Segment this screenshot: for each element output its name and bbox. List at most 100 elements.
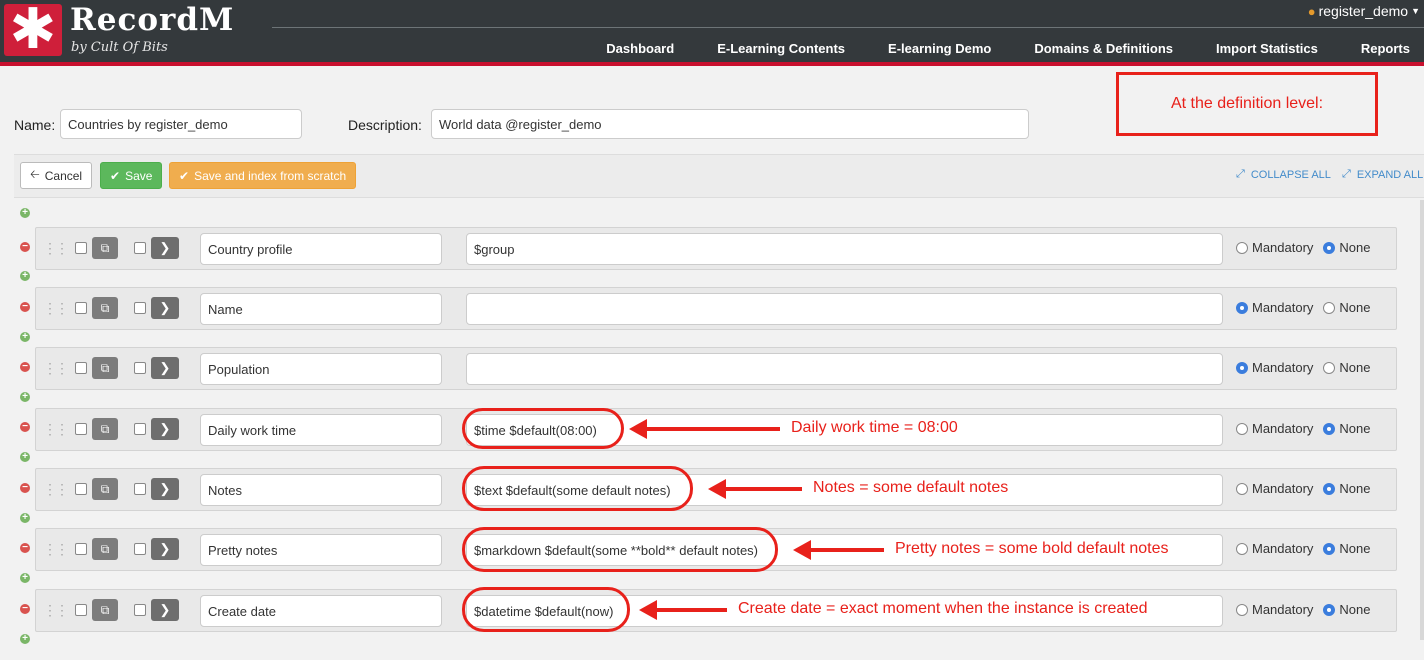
none-radio[interactable]: [1323, 422, 1336, 435]
drag-handle-icon[interactable]: ⋮⋮: [43, 240, 69, 257]
remove-field-icon[interactable]: −: [20, 483, 30, 493]
drag-handle-icon[interactable]: ⋮⋮: [43, 421, 69, 438]
select-checkbox[interactable]: [75, 483, 87, 495]
add-field-icon[interactable]: +: [20, 208, 30, 218]
duplicate-button[interactable]: ⧉: [92, 357, 118, 379]
none-radio[interactable]: [1323, 603, 1336, 616]
mandatory-radio[interactable]: [1236, 361, 1248, 374]
nav-dashboard[interactable]: Dashboard: [606, 41, 674, 56]
add-field-icon[interactable]: +: [20, 392, 30, 402]
field-name-input[interactable]: [200, 353, 442, 385]
field-name-input[interactable]: [200, 474, 442, 506]
drag-handle-icon[interactable]: ⋮⋮: [43, 360, 69, 377]
drag-handle-icon[interactable]: ⋮⋮: [43, 481, 69, 498]
add-field-icon[interactable]: +: [20, 452, 30, 462]
duplicate-button[interactable]: ⧉: [92, 538, 118, 560]
copy-icon: ⧉: [100, 602, 110, 617]
nav-elearning-contents[interactable]: E-Learning Contents: [717, 41, 845, 56]
expand-field-button[interactable]: ❯: [151, 478, 179, 500]
remove-field-icon[interactable]: −: [20, 302, 30, 312]
select-checkbox[interactable]: [75, 242, 87, 254]
copy-icon: ⧉: [100, 360, 110, 375]
duplicate-button[interactable]: ⧉: [92, 297, 118, 319]
add-field-icon[interactable]: +: [20, 634, 30, 644]
add-field-icon[interactable]: +: [20, 513, 30, 523]
field-name-input[interactable]: [200, 595, 442, 627]
nav-import-statistics[interactable]: Import Statistics: [1216, 41, 1318, 56]
mandatory-label: Mandatory: [1252, 421, 1314, 436]
expand-field-button[interactable]: ❯: [151, 297, 179, 319]
remove-field-icon[interactable]: −: [20, 242, 30, 252]
duplicate-button[interactable]: ⧉: [92, 237, 118, 259]
save-button[interactable]: ✔ Save: [100, 162, 163, 189]
none-radio[interactable]: [1323, 301, 1336, 314]
user-menu[interactable]: ● register_demo ▼: [1308, 3, 1420, 19]
drag-handle-icon[interactable]: ⋮⋮: [43, 541, 69, 558]
mandatory-radio[interactable]: [1236, 603, 1248, 616]
add-field-icon[interactable]: +: [20, 573, 30, 583]
drag-handle-icon[interactable]: ⋮⋮: [43, 300, 69, 317]
field-row: ⋮⋮ ⧉ ❯ Mandatory None: [35, 528, 1397, 571]
mandatory-radio[interactable]: [1236, 241, 1248, 254]
nav-domains-definitions[interactable]: Domains & Definitions: [1034, 41, 1173, 56]
field-description-input[interactable]: [466, 233, 1223, 265]
duplicate-button[interactable]: ⧉: [92, 478, 118, 500]
save-and-index-button[interactable]: ✔ Save and index from scratch: [169, 162, 357, 189]
expand-field-button[interactable]: ❯: [151, 418, 179, 440]
scrollbar[interactable]: [1420, 200, 1424, 640]
select-checkbox[interactable]: [134, 362, 146, 374]
duplicate-button[interactable]: ⧉: [92, 599, 118, 621]
field-name-input[interactable]: [200, 233, 442, 265]
mandatory-radio[interactable]: [1236, 542, 1248, 555]
field-description-input[interactable]: [466, 293, 1223, 325]
none-radio[interactable]: [1323, 542, 1336, 555]
mandatory-radio[interactable]: [1236, 422, 1248, 435]
collapse-all-button[interactable]: ⤢ COLLAPSE ALL: [1236, 168, 1331, 181]
remove-field-icon[interactable]: −: [20, 422, 30, 432]
expand-field-button[interactable]: ❯: [151, 599, 179, 621]
add-field-icon[interactable]: +: [20, 271, 30, 281]
select-checkbox[interactable]: [75, 604, 87, 616]
expand-field-button[interactable]: ❯: [151, 538, 179, 560]
select-checkbox[interactable]: [134, 302, 146, 314]
nav-reports[interactable]: Reports: [1361, 41, 1410, 56]
select-checkbox[interactable]: [134, 242, 146, 254]
definition-name-input[interactable]: [60, 109, 302, 139]
expand-field-button[interactable]: ❯: [151, 357, 179, 379]
select-checkbox[interactable]: [75, 423, 87, 435]
field-name-input[interactable]: [200, 414, 442, 446]
remove-field-icon[interactable]: −: [20, 543, 30, 553]
nav-elearning-demo[interactable]: E-learning Demo: [888, 41, 991, 56]
select-checkbox[interactable]: [75, 302, 87, 314]
app-header: ✱ RecordM by Cult Of Bits ● register_dem…: [0, 0, 1424, 62]
add-field-icon[interactable]: +: [20, 332, 30, 342]
none-radio[interactable]: [1323, 361, 1336, 374]
select-checkbox[interactable]: [75, 543, 87, 555]
none-radio[interactable]: [1323, 241, 1336, 254]
name-label: Name:: [14, 117, 56, 133]
expand-field-button[interactable]: ❯: [151, 237, 179, 259]
save-label: Save: [125, 168, 153, 183]
annotation-arrow: [629, 419, 780, 439]
cancel-button[interactable]: 🡠 Cancel: [20, 162, 93, 189]
mandatory-radio[interactable]: [1236, 482, 1248, 495]
select-checkbox[interactable]: [134, 483, 146, 495]
annotation-pretty-notes: Pretty notes = some bold default notes: [895, 540, 1169, 557]
duplicate-button[interactable]: ⧉: [92, 418, 118, 440]
remove-field-icon[interactable]: −: [20, 604, 30, 614]
field-name-input[interactable]: [200, 293, 442, 325]
definition-description-input[interactable]: [431, 109, 1029, 139]
field-name-input[interactable]: [200, 534, 442, 566]
mandatory-radio[interactable]: [1236, 301, 1248, 314]
field-description-input[interactable]: [466, 353, 1223, 385]
logo-icon[interactable]: ✱: [4, 2, 62, 58]
drag-handle-icon[interactable]: ⋮⋮: [43, 602, 69, 619]
select-checkbox[interactable]: [75, 362, 87, 374]
expand-all-button[interactable]: ⤢ EXPAND ALL: [1342, 168, 1423, 181]
app-title[interactable]: RecordM: [70, 2, 234, 38]
select-checkbox[interactable]: [134, 423, 146, 435]
none-radio[interactable]: [1323, 482, 1336, 495]
select-checkbox[interactable]: [134, 543, 146, 555]
select-checkbox[interactable]: [134, 604, 146, 616]
remove-field-icon[interactable]: −: [20, 362, 30, 372]
